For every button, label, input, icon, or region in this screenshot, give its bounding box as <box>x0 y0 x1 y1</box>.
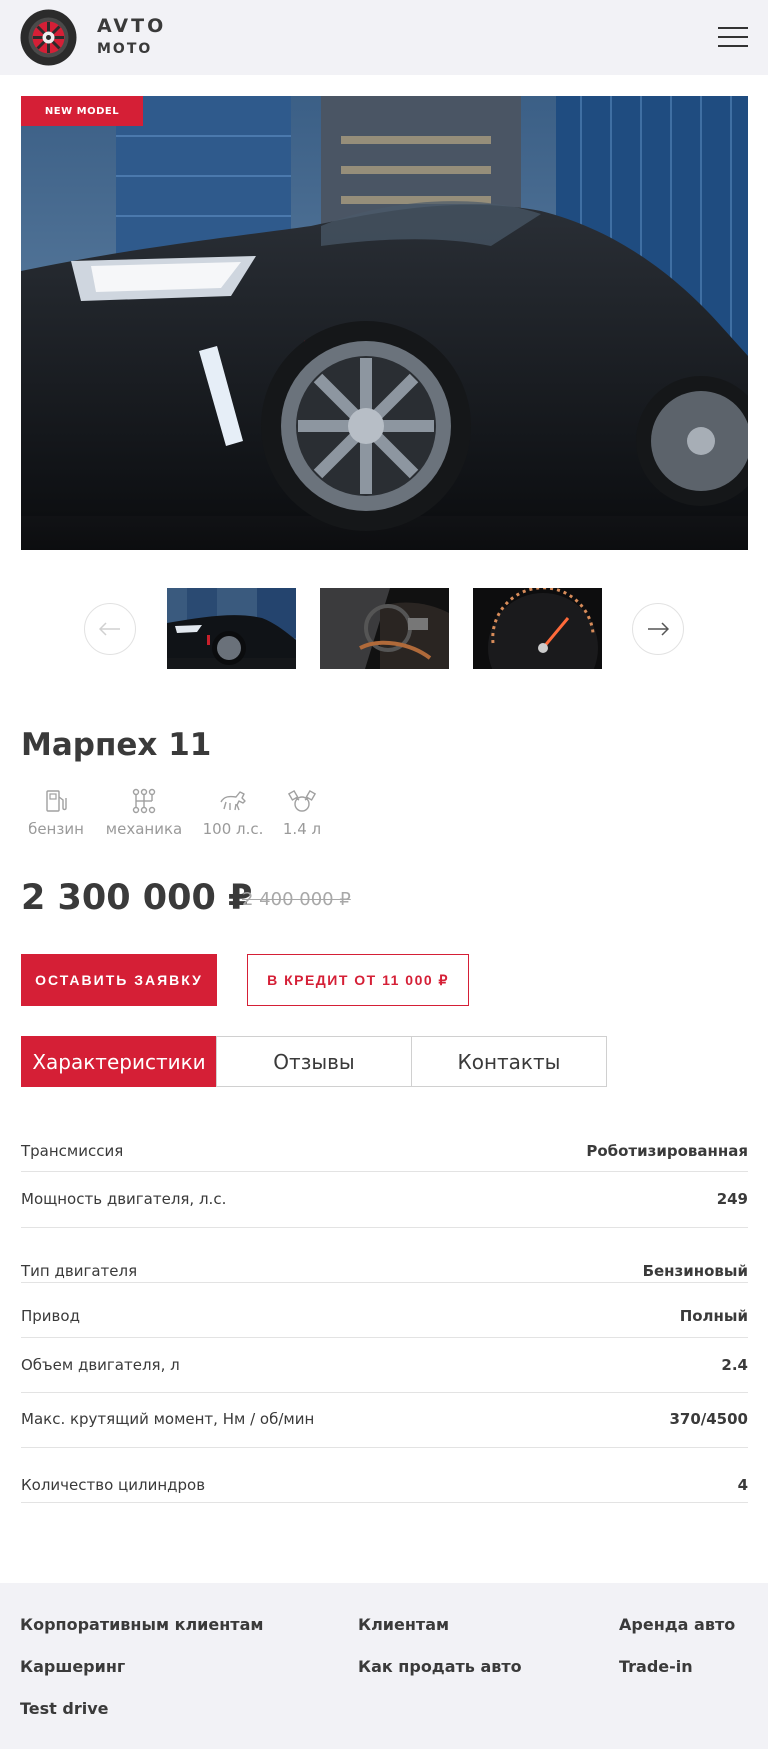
brand-subtitle: MOTO <box>97 41 153 57</box>
old-price: 2 400 000 ₽ <box>242 889 351 910</box>
spec-row-displacement: Объем двигателя, л 2.4 <box>21 1338 748 1393</box>
spec-row-transmission: Трансмиссия Роботизированная <box>21 1136 748 1172</box>
footer-link-sell-car[interactable]: Как продать авто <box>358 1657 522 1676</box>
spec-row-drive: Привод Полный <box>21 1283 748 1338</box>
spec-value: Полный <box>679 1307 748 1325</box>
site-header: AVTO MOTO <box>0 0 768 75</box>
spec-label-fuel: бензин <box>28 820 84 838</box>
engine-icon <box>287 789 317 812</box>
hamburger-menu-icon[interactable] <box>716 24 750 50</box>
new-model-badge: NEW MODEL <box>21 96 143 126</box>
spec-power: 100 л.с. <box>202 788 264 838</box>
spec-row-cylinders: Количество цилиндров 4 <box>21 1448 748 1503</box>
credit-button[interactable]: В КРЕДИТ ОТ 11 000 ₽ <box>247 954 469 1006</box>
car-exterior-thumbnail[interactable] <box>167 588 296 669</box>
spec-name: Тип двигателя <box>21 1262 138 1280</box>
arrow-left-icon <box>99 622 120 636</box>
spec-value: 249 <box>716 1190 748 1208</box>
footer-link-carsharing[interactable]: Каршеринг <box>20 1657 125 1676</box>
horse-icon <box>220 791 246 811</box>
spec-name: Объем двигателя, л <box>21 1356 180 1374</box>
gallery-next-button[interactable] <box>632 603 684 655</box>
hero-car-image <box>21 96 748 550</box>
spec-name: Макс. крутящий момент, Нм / об/мин <box>21 1410 315 1428</box>
footer-link-test-drive[interactable]: Test drive <box>20 1699 109 1718</box>
spec-fuel: бензин <box>27 788 85 838</box>
spec-name: Трансмиссия <box>21 1142 124 1160</box>
spec-engine: 1.4 л <box>281 788 323 838</box>
spec-row-engine-type: Тип двигателя Бензиновый <box>21 1228 748 1283</box>
tab-characteristics[interactable]: Характеристики <box>21 1036 217 1087</box>
brand-name[interactable]: AVTO <box>97 15 166 37</box>
arrow-right-icon <box>648 622 669 636</box>
footer-link-clients[interactable]: Клиентам <box>358 1615 449 1634</box>
spec-name: Количество цилиндров <box>21 1476 206 1494</box>
fuel-pump-icon <box>46 790 67 812</box>
spec-name: Мощность двигателя, л.с. <box>21 1190 227 1208</box>
tab-contacts[interactable]: Контакты <box>411 1036 607 1087</box>
footer-link-rental[interactable]: Аренда авто <box>619 1615 735 1634</box>
spec-value: 370/4500 <box>669 1410 748 1428</box>
speedometer-thumbnail[interactable] <box>473 588 602 669</box>
spec-label-transmission: механика <box>105 820 183 838</box>
gearbox-icon <box>132 788 156 814</box>
spec-label-power: 100 л.с. <box>202 820 264 838</box>
spec-name: Привод <box>21 1307 80 1325</box>
price: 2 300 000 ₽ <box>21 878 253 918</box>
footer-link-corporate[interactable]: Корпоративным клиентам <box>20 1615 263 1634</box>
footer-link-trade-in[interactable]: Trade-in <box>619 1657 693 1676</box>
spec-value: Роботизированная <box>586 1142 748 1160</box>
spec-value: 2.4 <box>721 1356 748 1374</box>
spec-row-power: Мощность двигателя, л.с. 249 <box>21 1172 748 1228</box>
car-title: Марпех 11 <box>21 727 212 763</box>
spec-transmission: механика <box>104 788 184 838</box>
site-footer: Корпоративным клиентам Клиентам Аренда а… <box>0 1583 768 1749</box>
gallery-prev-button[interactable] <box>84 603 136 655</box>
spec-value: Бензиновый <box>642 1262 748 1280</box>
spec-label-engine: 1.4 л <box>282 820 322 838</box>
wheel-icon[interactable] <box>20 9 77 66</box>
leave-request-button[interactable]: ОСТАВИТЬ ЗАЯВКУ <box>21 954 217 1006</box>
spec-row-torque: Макс. крутящий момент, Нм / об/мин 370/4… <box>21 1393 748 1448</box>
car-interior-thumbnail[interactable] <box>320 588 449 669</box>
spec-value: 4 <box>737 1476 748 1494</box>
tab-reviews[interactable]: Отзывы <box>216 1036 412 1087</box>
